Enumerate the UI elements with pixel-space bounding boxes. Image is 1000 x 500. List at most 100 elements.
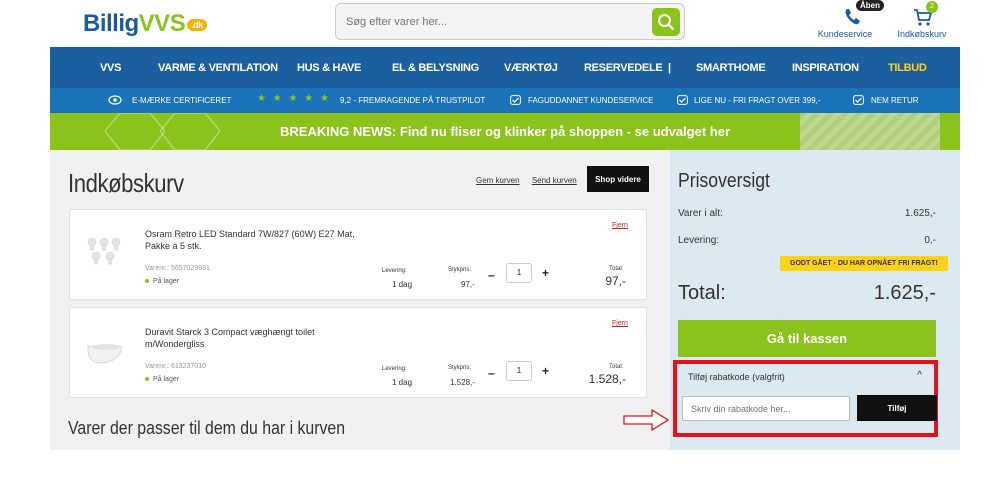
product-sku: Varenr.: 5657029691 — [145, 265, 210, 272]
delivery-label: Levering: — [382, 366, 407, 372]
nav-item-reservedele[interactable]: RESERVEDELE — [584, 62, 663, 74]
coupon-section: Tilføj rabatkode (valgfrit) ^ Tilføj — [673, 360, 938, 437]
remove-item-link[interactable]: Fjern — [612, 222, 628, 229]
grand-total-row: Total: 1.625,- — [678, 282, 936, 305]
usp-emaerke: E-MÆRKE CERTIFICERET — [132, 96, 232, 105]
cart-label: Indkøbskurv — [897, 29, 947, 39]
items-total-value: 1.625,- — [904, 208, 936, 219]
delivery-value: 1 dag — [392, 378, 413, 387]
search-input[interactable] — [346, 12, 636, 32]
stock-label: På lager — [153, 278, 180, 285]
cart-count-badge: 2 — [926, 1, 938, 13]
items-total-label: Varer i alt: — [678, 208, 723, 219]
grand-total-label: Total: — [678, 282, 726, 304]
tile-pattern — [160, 113, 220, 150]
in-stock-dot-icon — [145, 279, 149, 284]
nav-item-tilbud[interactable]: TILBUD — [888, 62, 927, 74]
coupon-toggle[interactable]: Tilføj rabatkode (valgfrit) — [688, 372, 785, 382]
grand-total-value: 1.625,- — [873, 282, 936, 304]
logo-text: Billig — [83, 10, 139, 37]
chevron-up-icon[interactable]: ^ — [917, 370, 922, 381]
items-total-row: Varer i alt: 1.625,- — [678, 208, 936, 219]
check-icon — [510, 95, 521, 107]
main-nav: VVS VARME & VENTILATION HUS & HAVE EL & … — [50, 47, 960, 88]
toilet-image — [87, 344, 122, 364]
unit-price: 97,- — [461, 280, 475, 289]
increase-qty-button[interactable]: + — [542, 266, 549, 280]
summary-title: Prisoversigt — [678, 170, 770, 192]
led-bulbs-image — [87, 237, 121, 265]
news-text: BREAKING NEWS: Find nu fliser og klinker… — [280, 124, 730, 139]
news-banner[interactable]: BREAKING NEWS: Find nu fliser og klinker… — [50, 113, 960, 150]
page: BilligVVS.dk Åben Kundeservice — [50, 0, 960, 450]
search-box — [335, 3, 685, 40]
save-cart-link[interactable]: Gem kurven — [476, 176, 520, 185]
price-summary: Prisoversigt Varer i alt: 1.625,- Leveri… — [670, 150, 960, 450]
logo-badge: .dk — [187, 18, 207, 31]
quantity-input[interactable]: 1 — [506, 263, 532, 283]
usp-fri-fragt: LIGE NU - FRI FRAGT OVER 399,- — [694, 96, 821, 105]
continue-shopping-button[interactable]: Shop videre — [587, 166, 649, 192]
unit-price-label: Stykpris: — [448, 365, 472, 371]
search-button[interactable] — [652, 8, 680, 36]
nav-item-varme[interactable]: VARME & VENTILATION — [158, 62, 278, 74]
page-title: Indkøbskurv — [68, 168, 184, 198]
delivery-label: Levering: — [382, 268, 407, 274]
customer-service-link[interactable]: Åben Kundeservice — [815, 0, 884, 39]
free-shipping-badge: GODT GÅET - DU HAR OPNÅET FRI FRAGT! — [780, 256, 948, 271]
nav-divider: | — [668, 61, 671, 74]
usp-nem-retur: NEM RETUR — [871, 96, 919, 105]
usp-kundeservice: FAGUDDANNET KUNDESERVICE — [528, 96, 654, 105]
related-products-heading: Varer der passer til dem du har i kurven — [68, 418, 346, 438]
unit-price-label: Stykpris: — [448, 267, 472, 273]
customer-service-label: Kundeservice — [817, 29, 873, 39]
nav-item-vaerktoej[interactable]: VÆRKTØJ — [504, 62, 558, 74]
send-cart-link[interactable]: Send kurven — [532, 176, 577, 185]
tile-pattern — [105, 113, 165, 150]
nav-item-inspiration[interactable]: INSPIRATION — [792, 62, 859, 74]
coupon-input[interactable] — [682, 396, 850, 421]
remove-item-link[interactable]: Fjern — [612, 320, 628, 327]
product-sku: Varenr.: 613237010 — [145, 363, 206, 370]
pointer-arrow-icon — [623, 408, 670, 432]
delivery-label: Levering: — [678, 235, 720, 246]
in-stock-dot-icon — [145, 377, 149, 382]
increase-qty-button[interactable]: + — [542, 364, 549, 378]
decrease-qty-button[interactable]: – — [488, 268, 495, 282]
stock-status: På lager — [145, 376, 179, 383]
cart-item: Duravit Starck 3 Compact væghængt toilet… — [69, 307, 647, 398]
tile-image — [800, 113, 940, 150]
quantity-input[interactable]: 1 — [506, 361, 532, 381]
stock-status: På lager — [145, 278, 179, 285]
decrease-qty-button[interactable]: – — [488, 366, 495, 380]
delivery-value: 0,- — [924, 235, 936, 246]
check-icon — [853, 95, 864, 107]
product-name[interactable]: Osram Retro LED Standard 7W/827 (60W) E2… — [145, 228, 355, 252]
search-icon — [658, 14, 675, 31]
stock-label: På lager — [153, 376, 180, 383]
total-label: Total: — [609, 266, 624, 272]
checkout-button[interactable]: Gå til kassen — [678, 320, 936, 357]
check-icon — [677, 95, 688, 107]
top-header: BilligVVS.dk Åben Kundeservice — [50, 0, 960, 47]
unit-price: 1.528,- — [450, 378, 475, 387]
item-total: 97,- — [605, 274, 626, 288]
trustpilot-stars: ★ ★ ★ ★ ★ — [257, 93, 331, 104]
delivery-value: 1 dag — [392, 280, 413, 289]
nav-item-el-belysning[interactable]: EL & BELYSNING — [392, 62, 479, 74]
apply-coupon-button[interactable]: Tilføj — [857, 395, 937, 421]
cart-section: Indkøbskurv Gem kurven Send kurven Shop … — [50, 150, 670, 450]
logo[interactable]: BilligVVS .dk — [83, 10, 207, 38]
nav-item-vvs[interactable]: VVS — [100, 62, 121, 74]
product-name[interactable]: Duravit Starck 3 Compact væghængt toilet… — [145, 326, 355, 350]
total-label: Total: — [609, 364, 624, 370]
item-total: 1.528,- — [588, 372, 626, 386]
nav-item-hus-have[interactable]: HUS & HAVE — [297, 62, 361, 74]
logo-accent: VVS — [138, 10, 186, 37]
cart-item: Osram Retro LED Standard 7W/827 (60W) E2… — [69, 209, 647, 300]
cart-link[interactable]: 2 Indkøbskurv — [892, 1, 952, 39]
usp-bar: E-MÆRKE CERTIFICERET ★ ★ ★ ★ ★ 9,2 - FRE… — [50, 88, 960, 113]
eye-icon — [108, 95, 122, 107]
nav-item-smarthome[interactable]: SMARTHOME — [696, 62, 766, 74]
open-badge: Åben — [856, 0, 884, 11]
